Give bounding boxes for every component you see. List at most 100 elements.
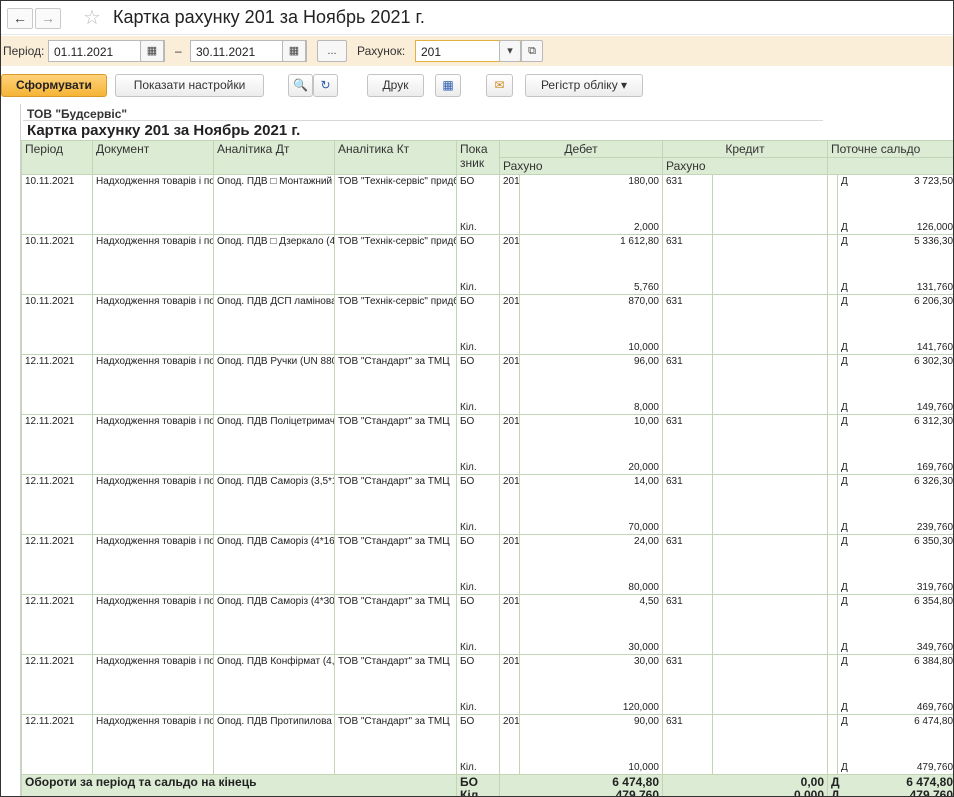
calendar-from-icon[interactable]: ▦ [140, 40, 164, 62]
row-balance-side-qty: Д [841, 522, 848, 533]
row-document[interactable]: Надходження товарів і послуг Бс00-000003… [92, 594, 214, 655]
row-date: 12.11.2021 [21, 534, 93, 595]
row-debit-sum: 30,00 [633, 656, 659, 667]
row-ind-qty: Кіл. [460, 282, 477, 293]
row-balance-sum: 6 312,30 [914, 416, 954, 427]
row-document[interactable]: Надходження товарів і послуг Бс00-000003… [92, 654, 214, 715]
table-row[interactable]: 12.11.2021Надходження товарів і послуг Б… [21, 654, 954, 715]
table-row[interactable]: 10.11.2021Надходження товарів і послуг Б… [21, 294, 954, 355]
row-balance-side-qty: Д [841, 762, 848, 773]
row-balance-sum: 5 336,30 [914, 236, 954, 247]
row-balance-qty: 319,760 [916, 582, 954, 593]
row-document[interactable]: Надходження товарів і послуг Бс00-000003… [92, 414, 214, 475]
print-button[interactable]: Друк [367, 74, 424, 97]
row-debit-qty: 20,000 [628, 462, 659, 473]
show-settings-button[interactable]: Показати настройки [115, 74, 264, 97]
row-balance: Д 6 326,30 Д 239,760 [836, 474, 954, 535]
row-ind-qty: Кіл. [460, 642, 477, 653]
row-indicator: БО Кіл. [456, 594, 500, 655]
row-credit-account: 631 [662, 534, 713, 595]
row-date: 10.11.2021 [21, 234, 93, 295]
row-document[interactable]: Надходження товарів і послуг Бс00-000003… [92, 354, 214, 415]
row-document[interactable]: Надходження товарів і послуг Бс00-000002… [92, 234, 214, 295]
row-ind-qty: Кіл. [460, 522, 477, 533]
row-debit: 24,00 80,000 [519, 534, 663, 595]
calendar-to-icon[interactable]: ▦ [282, 40, 306, 62]
generate-button[interactable]: Сформувати [1, 74, 107, 97]
table-row[interactable]: 12.11.2021Надходження товарів і послуг Б… [21, 474, 954, 535]
row-date: 10.11.2021 [21, 294, 93, 355]
row-balance-side-qty: Д [841, 642, 848, 653]
account-open-icon[interactable]: ⧉ [521, 40, 543, 62]
table-row[interactable]: 12.11.2021Надходження товарів і послуг Б… [21, 534, 954, 595]
row-credit [712, 354, 828, 415]
row-balance: Д 5 336,30 Д 131,760 [836, 234, 954, 295]
arrow-left-icon: ← [13, 10, 27, 26]
row-balance-side-qty: Д [841, 702, 848, 713]
row-balance: Д 6 302,30 Д 149,760 [836, 354, 953, 415]
row-document[interactable]: Надходження товарів і послуг Бс00-000003… [92, 534, 214, 595]
row-analytics-dt: Опод. ПДВ Протипилова щітка [213, 714, 335, 775]
row-ind-sum: БО [460, 356, 475, 367]
row-debit-account: 201 [499, 714, 520, 775]
col-document: Документ [92, 140, 214, 175]
row-balance-side-sum: Д [841, 476, 848, 487]
row-balance-qty: 239,760 [916, 522, 954, 533]
table-row[interactable]: 12.11.2021Надходження товарів і послуг Б… [21, 414, 954, 475]
print-preview-icon[interactable]: ▦ [435, 74, 461, 97]
email-icon[interactable]: ✉ [486, 74, 513, 97]
row-balance-side [827, 294, 838, 355]
col-indicator: Пока зник [456, 140, 500, 175]
row-indicator: БО Кіл. [456, 414, 500, 475]
totals-debit-qty: 479,760 [615, 788, 659, 797]
table-row[interactable]: 12.11.2021Надходження товарів і послуг Б… [21, 594, 953, 655]
row-document[interactable]: Надходження товарів і послуг Бс00-000002… [92, 174, 214, 235]
row-debit: 30,00 120,000 [519, 654, 663, 715]
report-area: ТОВ "Будсервіс" Картка рахунку 201 за Но… [20, 104, 954, 797]
row-balance-side-sum: Д [841, 656, 848, 667]
row-document[interactable]: Надходження товарів і послуг Бс00-000003… [92, 474, 214, 535]
row-balance-side [827, 594, 838, 655]
row-debit-qty: 80,000 [628, 582, 659, 593]
report-title: Картка рахунку 201 за Ноябрь 2021 г. [27, 122, 301, 139]
col-period: Період [21, 140, 93, 175]
search-next-icon[interactable]: ↻ [313, 74, 338, 97]
row-date: 12.11.2021 [21, 414, 93, 475]
row-document[interactable]: Надходження товарів і послуг Бс00-000003… [92, 714, 214, 775]
organization-name: ТОВ "Будсервіс" [27, 107, 128, 121]
row-analytics-dt: Опод. ПДВ Саморіз (3,5*16 мм) [213, 474, 335, 535]
row-document[interactable]: Надходження товарів і послуг Бс00-000002… [92, 294, 214, 355]
register-button[interactable]: Регістр обліку ▾ [525, 74, 643, 97]
row-ind-qty: Кіл. [460, 402, 477, 413]
totals-row: Обороти за період та сальдо на кінець БО… [21, 774, 953, 797]
favorite-star-icon[interactable]: ☆ [83, 5, 101, 30]
back-button[interactable]: ← [7, 8, 33, 29]
row-debit: 180,00 2,000 [519, 174, 663, 235]
row-balance-qty: 469,760 [916, 702, 954, 713]
table-row[interactable]: 12.11.2021Надходження товарів і послуг Б… [21, 714, 954, 775]
table-row[interactable]: 10.11.2021Надходження товарів і послуг Б… [21, 234, 954, 295]
row-balance-sum: 6 206,30 [914, 296, 954, 307]
row-debit-qty: 30,000 [628, 642, 659, 653]
table-row[interactable]: 10.11.2021Надходження товарів і послуг Б… [21, 174, 953, 235]
row-balance-side [827, 234, 838, 295]
table-row[interactable]: 12.11.2021Надходження товарів і послуг Б… [21, 354, 953, 415]
row-ind-sum: БО [460, 236, 475, 247]
row-debit-qty: 2,000 [633, 222, 659, 233]
row-analytics-kt: ТОВ "Стандарт" за ТМЦ [334, 714, 457, 775]
period-select-button[interactable]: ... [317, 40, 347, 62]
row-balance-side-sum: Д [841, 296, 848, 307]
search-icon[interactable]: 🔍 [288, 74, 313, 97]
account-dropdown-icon[interactable]: ▾ [499, 40, 521, 62]
row-analytics-kt: ТОВ "Стандарт" за ТМЦ [334, 594, 457, 655]
row-balance-side-qty: Д [841, 342, 848, 353]
row-debit-qty: 10,000 [628, 342, 659, 353]
row-indicator: БО Кіл. [456, 354, 500, 415]
forward-button[interactable]: → [35, 8, 61, 29]
row-debit-sum: 4,50 [639, 596, 659, 607]
row-ind-sum: БО [460, 296, 475, 307]
account-value: 201 [421, 45, 442, 59]
row-balance-side [827, 714, 838, 775]
row-balance-side-qty: Д [841, 282, 848, 293]
row-balance-qty: 479,760 [916, 762, 954, 773]
